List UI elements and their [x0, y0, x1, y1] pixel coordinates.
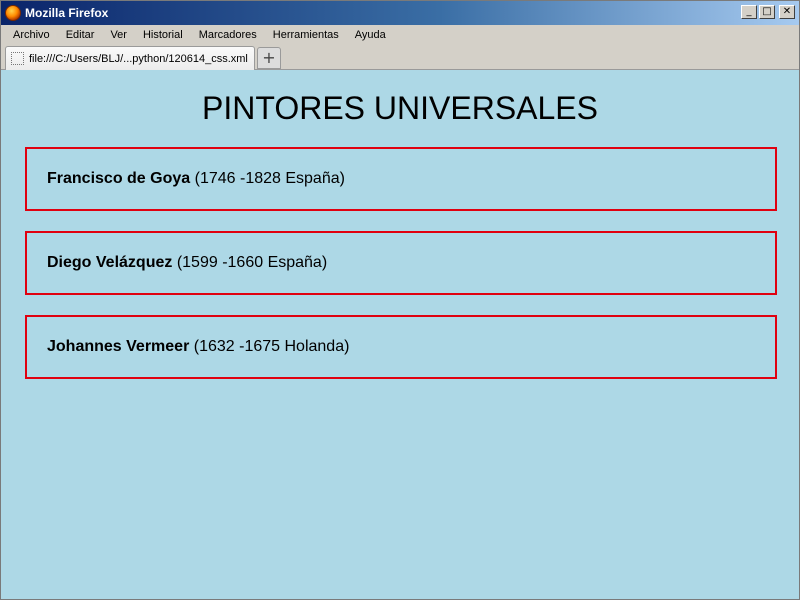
painter-name: Francisco de Goya [47, 170, 191, 187]
painter-entry: Diego Velázquez (1599 -1660 España) [25, 231, 777, 295]
menu-editar[interactable]: Editar [58, 29, 103, 41]
firefox-icon [5, 5, 21, 21]
painter-name: Diego Velázquez [47, 254, 173, 271]
maximize-button[interactable]: □ [759, 5, 775, 19]
menu-marcadores[interactable]: Marcadores [191, 29, 265, 41]
page-content: PINTORES UNIVERSALES Francisco de Goya (… [1, 70, 799, 599]
minimize-button[interactable]: _ [741, 5, 757, 19]
menu-bar: Archivo Editar Ver Historial Marcadores … [1, 25, 799, 44]
close-button[interactable]: ✕ [779, 5, 795, 19]
painter-entry: Francisco de Goya (1746 -1828 España) [25, 147, 777, 211]
painter-name: Johannes Vermeer [47, 338, 190, 355]
tab-active[interactable]: file:///C:/Users/BLJ/...python/120614_cs… [5, 46, 255, 70]
window-title: Mozilla Firefox [25, 6, 109, 20]
browser-window: Mozilla Firefox _ □ ✕ Archivo Editar Ver… [0, 0, 800, 600]
tab-label: file:///C:/Users/BLJ/...python/120614_cs… [29, 52, 248, 65]
painter-details: (1632 -1675 Holanda) [193, 338, 350, 355]
menu-ver[interactable]: Ver [102, 29, 135, 41]
painter-entry: Johannes Vermeer (1632 -1675 Holanda) [25, 315, 777, 379]
painter-details: (1746 -1828 España) [194, 170, 345, 187]
page-title: PINTORES UNIVERSALES [202, 90, 598, 126]
menu-historial[interactable]: Historial [135, 29, 191, 41]
window-controls: _ □ ✕ [741, 5, 795, 19]
new-tab-button[interactable]: + [257, 47, 281, 69]
painter-details: (1599 -1660 España) [176, 254, 328, 271]
menu-archivo[interactable]: Archivo [5, 29, 58, 41]
menu-ayuda[interactable]: Ayuda [347, 29, 394, 41]
page-icon [11, 52, 24, 65]
title-bar: Mozilla Firefox _ □ ✕ [1, 1, 799, 25]
tab-strip: file:///C:/Users/BLJ/...python/120614_cs… [1, 44, 799, 70]
menu-herramientas[interactable]: Herramientas [265, 29, 347, 41]
